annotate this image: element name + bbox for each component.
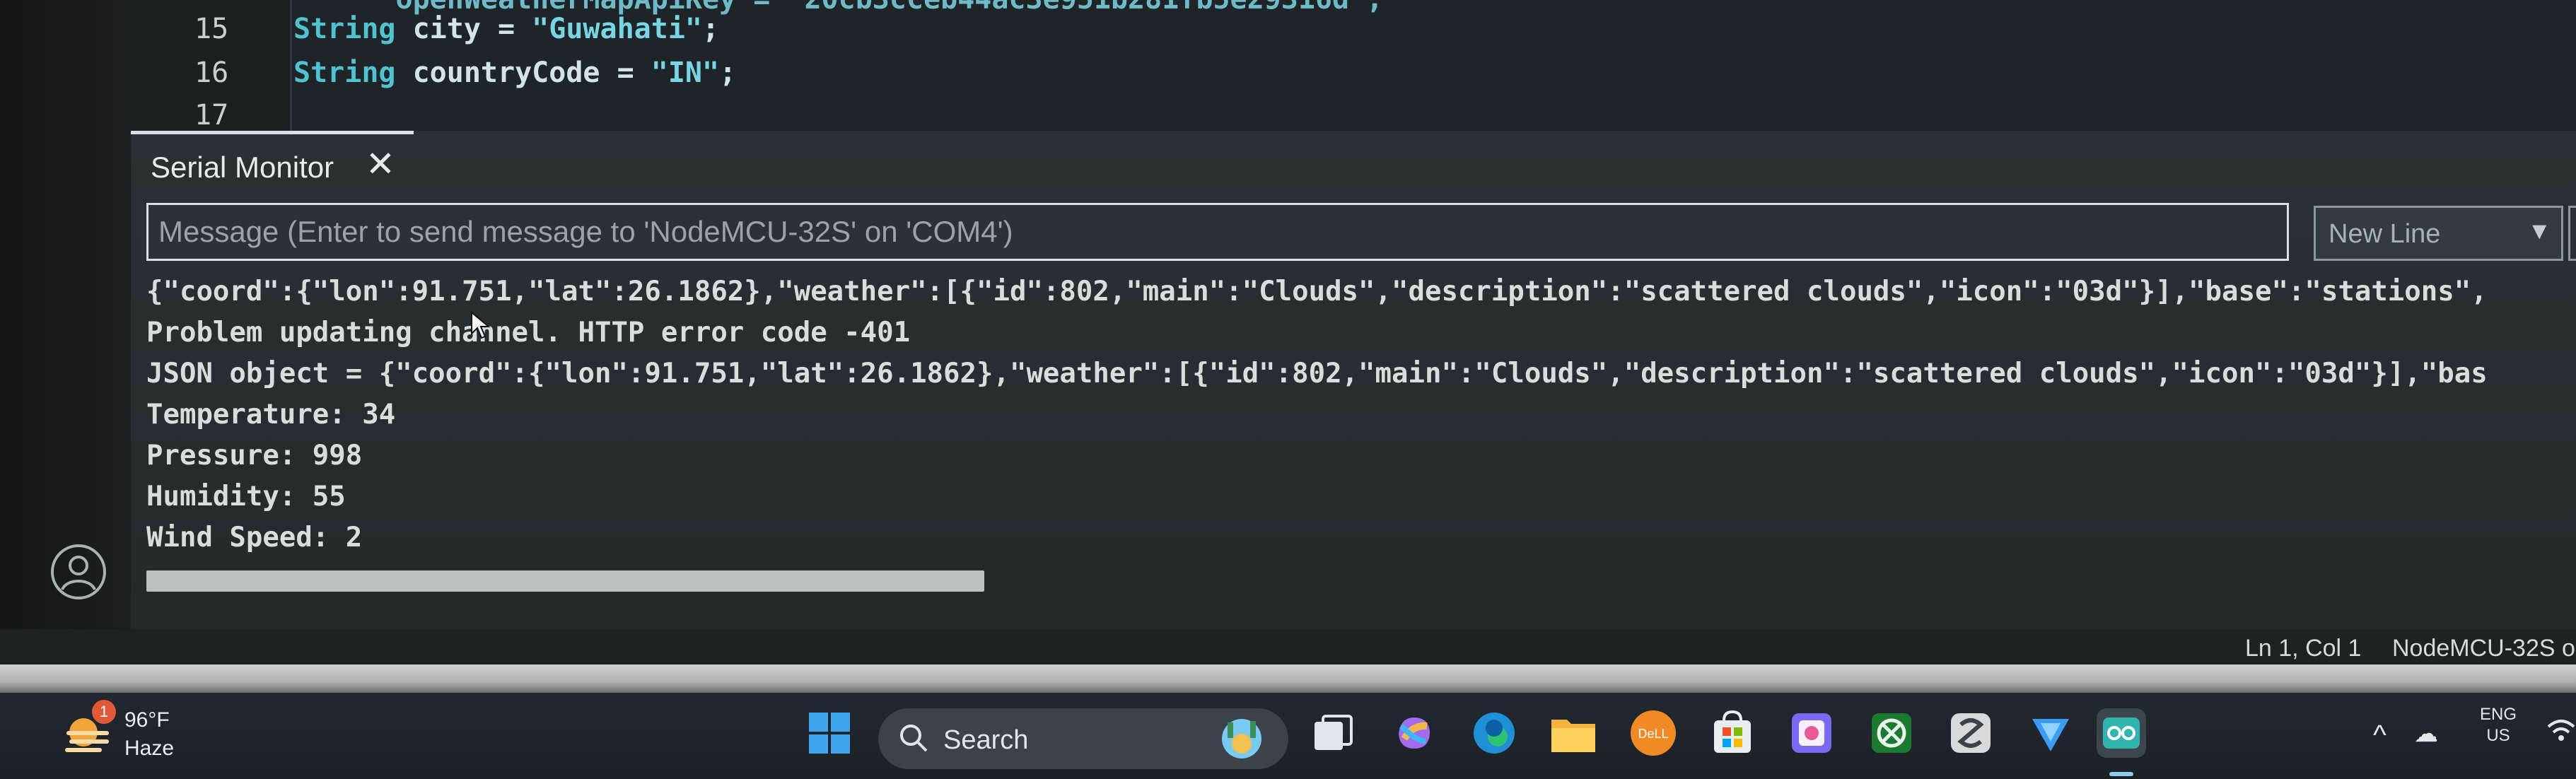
code-line: String countryCode = "IN"; [293,57,736,89]
output-line: Temperature: 34 [146,399,396,430]
copilot-icon[interactable] [1389,708,1439,758]
account-icon[interactable] [49,543,107,601]
screen: 15 16 17 openWeatherMapApiKey = "20cb3cc… [0,0,2576,779]
panel-header: Serial Monitor ✕ [131,131,2576,201]
window-bottom-edge [0,664,2576,693]
code-identifier: countryCode [412,57,600,89]
region-code: US [2486,726,2510,745]
output-line: {"coord":{"lon":91.751,"lat":26.1862},"w… [146,276,2488,308]
code-editor[interactable]: 15 16 17 openWeatherMapApiKey = "20cb3cc… [131,0,2576,131]
notification-badge: 1 [92,700,116,724]
onedrive-cloud-icon[interactable]: ☁ [2414,720,2438,748]
code-semicolon: ; [702,13,720,45]
output-line: Problem updating channel. HTTP error cod… [146,317,911,348]
output-line: Wind Speed: 2 [146,522,363,554]
snipping-tool-icon[interactable] [1946,708,1995,758]
code-type: String [293,13,396,45]
arduino-ide-icon[interactable] [2097,708,2146,758]
dell-app-icon[interactable]: DeLL [1628,708,1678,758]
line-number: 17 [194,99,229,131]
active-app-indicator [2109,772,2133,776]
code-type: String [293,57,396,89]
close-icon[interactable]: ✕ [363,146,398,182]
code-semicolon: ; [719,57,737,89]
chevron-down-icon: ▼ [2527,218,2551,245]
photo-app-icon[interactable] [1787,708,1836,758]
microsoft-store-icon[interactable] [1708,708,1757,758]
output-line: Pressure: 998 [146,440,363,472]
file-explorer-icon[interactable] [1549,708,1598,758]
wifi-icon[interactable] [2546,713,2576,748]
line-ending-select[interactable]: New Line ▼ [2314,206,2563,261]
horizontal-scrollbar[interactable] [146,570,984,592]
line-ending-value: New Line [2329,219,2441,249]
chevron-up-icon[interactable]: ^ [2373,720,2386,751]
activity-bar [0,0,131,657]
language-code: ENG [2479,705,2517,724]
weather-temperature: 96°F [124,708,170,732]
mouse-pointer-icon [471,311,491,339]
tab-serial-monitor[interactable]: Serial Monitor [151,151,334,184]
code-line: String city = "Guwahati"; [293,13,719,45]
serial-output[interactable]: {"coord":{"lon":91.751,"lat":26.1862},"w… [146,276,2576,608]
serial-monitor-panel: Serial Monitor ✕ New Line ▼ {"coord":{"l… [131,131,2576,629]
active-tab-indicator [131,131,414,134]
code-operator: = [600,57,651,89]
vpn-app-icon[interactable] [2026,708,2075,758]
code-string: "IN" [651,57,720,89]
code-string: "Guwahati" [532,13,702,45]
output-line: Humidity: 55 [146,481,346,512]
status-bar: Ln 1, Col 1 NodeMCU-32S o [0,629,2576,664]
search-label: Search [943,725,1029,755]
toolbar-button-partial[interactable] [2568,206,2576,261]
line-number: 16 [194,57,229,89]
taskbar: 1 96°F Haze Search DeLL ^ ☁ ENG US [0,693,2576,779]
search-icon [900,725,928,752]
search-highlight-icon [1222,719,1261,758]
taskbar-search[interactable]: Search [878,708,1288,769]
board-indicator[interactable]: NodeMCU-32S o [2392,635,2575,662]
xbox-icon[interactable] [1867,708,1916,758]
edge-icon[interactable] [1469,708,1519,758]
cursor-position[interactable]: Ln 1, Col 1 [2245,635,2361,662]
task-view-icon[interactable] [1308,708,1358,758]
start-icon[interactable] [805,708,854,758]
weather-condition: Haze [124,737,175,760]
weather-widget[interactable]: 1 96°F Haze [57,700,212,771]
message-input[interactable] [146,203,2289,261]
code-operator: = [480,13,532,45]
output-line: JSON object = {"coord":{"lon":91.751,"la… [146,358,2488,390]
line-number-gutter: 15 16 17 [131,0,292,131]
dell-app-label: DeLL [1638,727,1668,741]
code-identifier: city [412,13,481,45]
input-language-indicator[interactable]: ENG US [2473,704,2523,746]
line-number: 15 [194,13,229,45]
